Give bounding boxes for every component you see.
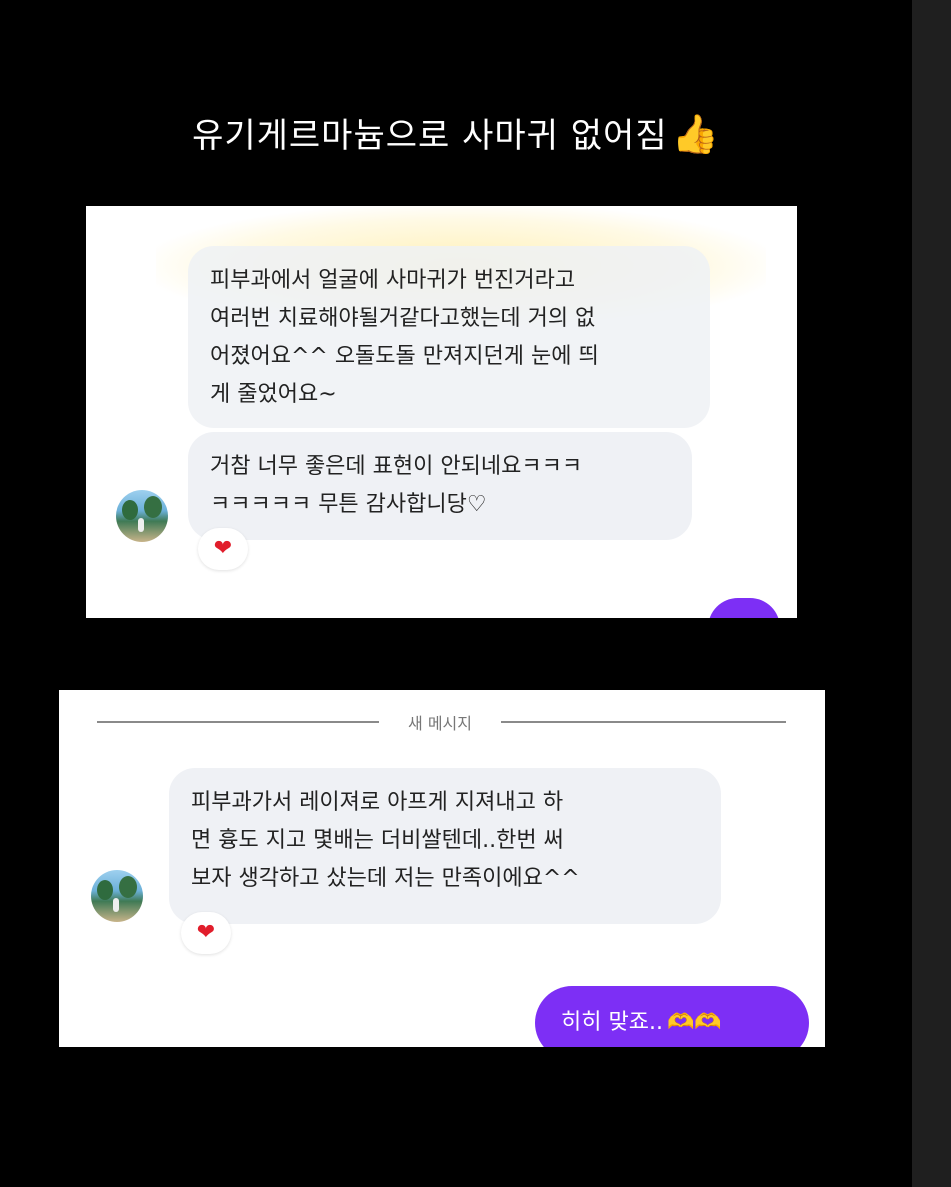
right-edge-strip xyxy=(912,0,951,1187)
divider-line xyxy=(501,721,786,723)
received-message-bubble[interactable]: 피부과가서 레이져로 아프게 지져내고 하 면 흉도 지고 몇배는 더비쌀텐데.… xyxy=(169,768,721,924)
message-line: 게 줄었어요~ xyxy=(210,382,337,407)
headline-text: 유기게르마늄으로 사마귀 없어짐 xyxy=(192,116,668,156)
message-line: 어졌어요^^ 오돌도돌 만져지던게 눈에 띄 xyxy=(210,344,599,369)
heart-hands-icon: 🫶🫶 xyxy=(666,1010,722,1035)
avatar[interactable] xyxy=(116,490,168,542)
sent-message-bubble[interactable]: 히히 맞죠.. 🫶🫶 xyxy=(535,986,809,1047)
heart-reaction-icon[interactable]: ❤ xyxy=(181,912,231,954)
message-line: 여러번 치료해야될거같다고했는데 거의 없 xyxy=(210,306,596,331)
sent-message-bubble-partial xyxy=(708,598,780,618)
received-message-bubble[interactable]: 거참 너무 좋은데 표현이 안되네요ㅋㅋㅋ ㅋㅋㅋㅋㅋ 무튼 감사합니당♡ xyxy=(188,432,692,540)
sent-message-text: 히히 맞죠.. xyxy=(561,1010,663,1035)
message-line: 면 흉도 지고 몇배는 더비쌀텐데..한번 써 xyxy=(191,828,564,853)
message-line: 피부과가서 레이져로 아프게 지져내고 하 xyxy=(191,790,564,815)
thumbs-up-icon: 👍 xyxy=(671,112,720,156)
message-line: 거참 너무 좋은데 표현이 안되네요ㅋㅋㅋ xyxy=(210,454,583,479)
message-line: 피부과에서 얼굴에 사마귀가 번진거라고 xyxy=(210,268,576,293)
new-message-divider-label: 새 메시지 xyxy=(408,714,472,733)
received-message-bubble[interactable]: 피부과에서 얼굴에 사마귀가 번진거라고 여러번 치료해야될거같다고했는데 거의… xyxy=(188,246,710,428)
avatar[interactable] xyxy=(91,870,143,922)
chat-screenshot-1: 피부과에서 얼굴에 사마귀가 번진거라고 여러번 치료해야될거같다고했는데 거의… xyxy=(86,206,797,618)
headline: 유기게르마늄으로 사마귀 없어짐 👍 xyxy=(0,108,912,157)
chat-screenshot-2: 새 메시지 피부과가서 레이져로 아프게 지져내고 하 면 흉도 지고 몇배는 … xyxy=(59,690,825,1047)
message-line: 보자 생각하고 샀는데 저는 만족이에요^^ xyxy=(191,866,580,891)
heart-reaction-icon[interactable]: ❤ xyxy=(198,528,248,570)
message-line: ㅋㅋㅋㅋㅋ 무튼 감사합니당♡ xyxy=(210,492,487,517)
divider-line xyxy=(97,721,379,723)
